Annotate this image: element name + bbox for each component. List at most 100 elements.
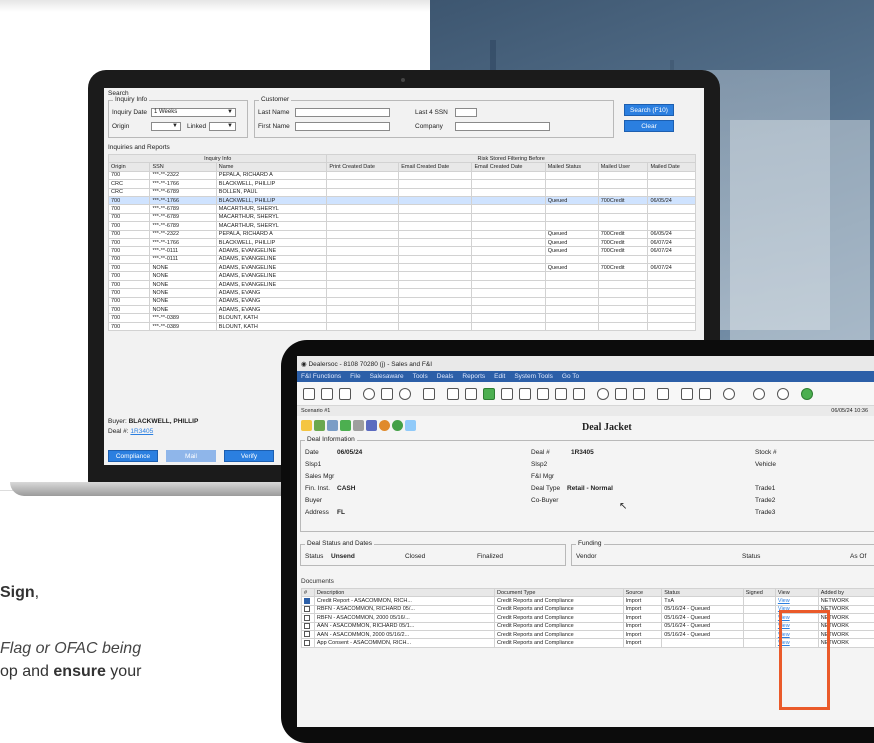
doc-column-header[interactable]: Document Type xyxy=(493,587,624,598)
browser-icon[interactable] xyxy=(753,388,765,400)
table-row[interactable]: 700 NONE ADAMS, EVANG xyxy=(107,288,696,298)
menu-item[interactable]: F&I Functions xyxy=(301,373,341,380)
home-icon[interactable] xyxy=(339,388,351,400)
table-row[interactable]: 700 ***-**-0389 BLOUNT, KATH xyxy=(107,313,696,323)
column-header[interactable]: Email Created Date xyxy=(471,162,546,172)
list-icon[interactable] xyxy=(555,388,567,400)
origin-select[interactable]: ▼ xyxy=(151,122,181,131)
deal-link[interactable]: 1R3405 xyxy=(130,428,153,435)
list-icon[interactable] xyxy=(573,388,585,400)
menu-item[interactable]: Salesaware xyxy=(370,373,404,380)
table-row[interactable]: 700 ***-**-0111 ADAMS, EVANGELINE Queued 700… xyxy=(107,246,696,256)
row-checkbox[interactable] xyxy=(304,639,310,646)
row-checkbox[interactable] xyxy=(304,614,310,621)
last-name-input[interactable] xyxy=(295,108,390,117)
column-header[interactable]: Email Created Date xyxy=(398,162,473,172)
menu-item[interactable]: File xyxy=(350,373,360,380)
user-icon[interactable] xyxy=(723,388,735,400)
search-icon[interactable] xyxy=(777,388,789,400)
view-link[interactable]: View xyxy=(778,598,790,604)
print-preview-icon[interactable] xyxy=(321,388,333,400)
doc-column-header[interactable]: View xyxy=(774,587,819,598)
table-row[interactable]: 700 ***-**-6789 MACARTHUR, SHERYL xyxy=(107,212,696,223)
column-header[interactable]: Mailed Status xyxy=(544,162,599,172)
table-row[interactable]: CRC ***-**-6789 BOLLEN, PAUL xyxy=(107,187,696,197)
note-icon[interactable] xyxy=(314,420,325,431)
lock-icon[interactable] xyxy=(353,420,364,431)
verify-button[interactable]: Verify xyxy=(224,450,274,462)
edit-icon[interactable] xyxy=(366,420,377,431)
home-icon[interactable] xyxy=(379,420,390,431)
column-header[interactable]: Origin xyxy=(107,162,151,172)
globe-icon[interactable] xyxy=(392,420,403,431)
copy-icon[interactable] xyxy=(423,388,435,400)
compliance-button[interactable]: Compliance xyxy=(108,450,158,462)
menu-item[interactable]: Tools xyxy=(413,373,428,380)
clock-icon[interactable] xyxy=(399,388,411,400)
column-header[interactable]: SSN xyxy=(149,162,217,172)
last4-input[interactable] xyxy=(455,108,477,117)
table-row[interactable]: 700 ***-**-1766 BLACKWELL, PHILLIP Queued 70… xyxy=(107,195,696,206)
go-icon[interactable] xyxy=(801,388,813,400)
menu-item[interactable]: Deals xyxy=(437,373,454,380)
doc-column-header[interactable]: Status xyxy=(661,587,744,598)
doc-column-header[interactable]: Added by xyxy=(817,587,874,598)
folder-icon[interactable] xyxy=(301,420,312,431)
column-header[interactable]: Print Created Date xyxy=(326,162,400,172)
document-row[interactable]: Credit Report - ASACOMMON, RICH... Credit… xyxy=(301,596,874,606)
calendar-icon[interactable] xyxy=(340,420,351,431)
grid-icon[interactable] xyxy=(381,388,393,400)
table-row[interactable]: CRC ***-**-1766 BLACKWELL, PHILLIP xyxy=(107,179,696,189)
search-button[interactable]: Search (F10) xyxy=(624,104,674,116)
list-icon[interactable] xyxy=(519,388,531,400)
inquiry-date-select[interactable]: 1 Weeks ▼ xyxy=(151,108,236,117)
print-icon[interactable] xyxy=(303,388,315,400)
menu-item[interactable]: Reports xyxy=(462,373,485,380)
bank-icon[interactable] xyxy=(615,388,627,400)
menu-item[interactable]: Edit xyxy=(494,373,505,380)
linked-select[interactable]: ▼ xyxy=(209,122,236,131)
list-icon[interactable] xyxy=(537,388,549,400)
row-checkbox[interactable] xyxy=(304,597,310,604)
row-checkbox[interactable] xyxy=(304,631,310,638)
column-header[interactable]: Mailed Date xyxy=(647,162,696,172)
save-icon[interactable] xyxy=(483,388,495,400)
row-checkbox[interactable] xyxy=(304,606,310,613)
attach-icon[interactable] xyxy=(327,420,338,431)
doc-column-header[interactable]: Source xyxy=(622,587,663,598)
doc-column-header[interactable]: Signed xyxy=(742,587,776,598)
refresh-icon[interactable] xyxy=(597,388,609,400)
document-icon[interactable] xyxy=(633,388,645,400)
window-icon[interactable] xyxy=(405,420,416,431)
table-row[interactable]: 700 NONE ADAMS, EVANGELINE xyxy=(107,279,696,290)
calendar-icon[interactable] xyxy=(681,388,693,400)
table-icon[interactable] xyxy=(699,388,711,400)
menu-item[interactable]: Go To xyxy=(562,373,579,380)
table-row[interactable]: 700 ***-**-2322 PEPALA, RICHARD A Queued 700… xyxy=(107,229,696,239)
row-checkbox[interactable] xyxy=(304,623,310,630)
table-row[interactable]: 700 NONE ADAMS, EVANGELINE xyxy=(107,271,696,281)
table-row[interactable]: 700 NONE ADAMS, EVANG xyxy=(107,305,696,315)
table-row[interactable]: 700 NONE ADAMS, EVANG xyxy=(107,296,696,307)
table-row[interactable]: 700 ***-**-2322 PEPALA, RICHARD A xyxy=(107,170,696,181)
doc-column-header[interactable]: # xyxy=(301,587,315,598)
clear-button[interactable]: Clear xyxy=(624,120,674,132)
column-header[interactable]: Name xyxy=(215,162,328,172)
table-row[interactable]: 700 ***-**-6789 MACARTHUR, SHERYL xyxy=(107,221,696,231)
table-row[interactable]: 700 ***-**-0389 BLOUNT, KATH xyxy=(107,321,696,332)
table-row[interactable]: 700 ***-**-0111 ADAMS, EVANGELINE xyxy=(107,254,696,265)
table-row[interactable]: 700 NONE ADAMS, EVANGELINE Queued 700Credit 0… xyxy=(107,263,696,273)
document-icon[interactable] xyxy=(447,388,459,400)
table-row[interactable]: 700 ***-**-1766 BLACKWELL, PHILLIP Queued 70… xyxy=(107,237,696,248)
settings-icon[interactable] xyxy=(363,388,375,400)
list-icon[interactable] xyxy=(501,388,513,400)
doc-column-header[interactable]: Description xyxy=(313,587,495,598)
company-input[interactable] xyxy=(455,122,550,131)
folder-icon[interactable] xyxy=(465,388,477,400)
table-row[interactable]: 700 ***-**-6789 MACARTHUR, SHERYL xyxy=(107,204,696,214)
window-icon[interactable] xyxy=(657,388,669,400)
menu-item[interactable]: System Tools xyxy=(514,373,553,380)
mail-button[interactable]: Mail xyxy=(166,450,216,462)
column-header[interactable]: Mailed User xyxy=(597,162,649,172)
first-name-input[interactable] xyxy=(295,122,390,131)
